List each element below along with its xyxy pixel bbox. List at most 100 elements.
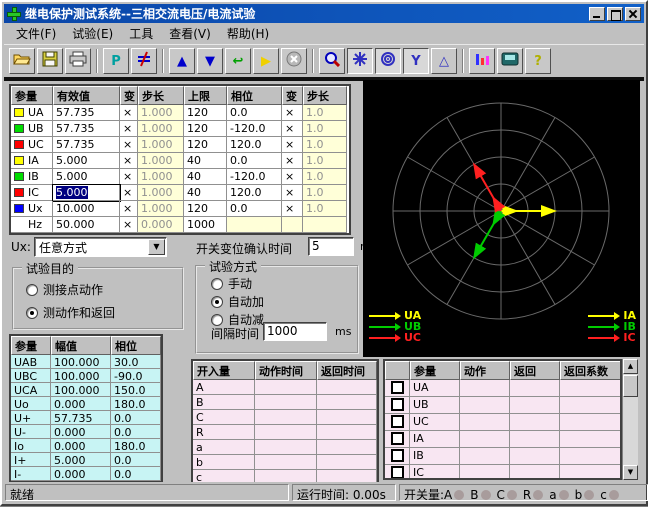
print-button[interactable] xyxy=(65,48,91,74)
limit-cell[interactable]: 120 xyxy=(184,137,227,153)
step-cell[interactable]: 1.0 xyxy=(303,169,347,185)
vary-cell[interactable]: × xyxy=(120,153,138,169)
limit-cell[interactable]: 120 xyxy=(184,201,227,217)
step-cell[interactable]: 1.0 xyxy=(303,121,347,137)
open-file-button[interactable] xyxy=(9,48,35,74)
phase-cell[interactable]: -120.0 xyxy=(227,121,282,137)
vary-cell[interactable]: × xyxy=(282,137,303,153)
step-cell[interactable]: 1.0 xyxy=(303,201,347,217)
step-cell[interactable]: 1.000 xyxy=(138,201,184,217)
value-cell[interactable]: 5.000 xyxy=(53,153,120,169)
chevron-down-icon[interactable]: ▼ xyxy=(148,239,165,255)
value-cell[interactable]: 57.735 xyxy=(53,137,120,153)
vary-cell[interactable]: × xyxy=(282,121,303,137)
radio-option[interactable]: 测接点动作 xyxy=(26,281,103,298)
limit-cell[interactable]: 1000 xyxy=(184,217,227,233)
radio-icon[interactable] xyxy=(211,313,223,326)
ux-mode-combobox[interactable]: 任意方式 ▼ xyxy=(34,237,167,257)
radio-option[interactable]: 自动加 xyxy=(211,293,264,310)
phase-cell[interactable]: 0.0 xyxy=(227,105,282,121)
step-cell[interactable]: 1.0 xyxy=(303,137,347,153)
menu-item-view[interactable]: 查看(V) xyxy=(161,23,219,44)
step-cell[interactable]: 0.000 xyxy=(138,217,184,233)
value-cell[interactable]: 57.735 xyxy=(53,105,120,121)
stop-button[interactable] xyxy=(281,48,307,74)
step-cell[interactable]: 1.0 xyxy=(303,105,347,121)
delta-button[interactable]: △ xyxy=(431,48,457,74)
menu-item-file[interactable]: 文件(F) xyxy=(8,23,64,44)
phase-cell[interactable] xyxy=(227,217,282,233)
checkbox-icon[interactable] xyxy=(390,381,404,394)
wye-button[interactable]: Y xyxy=(403,48,429,74)
minimize-icon[interactable] xyxy=(589,6,605,21)
phase-cell[interactable]: 0.0 xyxy=(227,201,282,217)
value-cell[interactable]: 10.000 xyxy=(53,201,120,217)
scrollbar-thumb[interactable] xyxy=(623,375,638,397)
radio-icon[interactable] xyxy=(211,295,223,308)
step-cell[interactable]: 1.000 xyxy=(138,121,184,137)
close-icon[interactable] xyxy=(625,6,641,21)
radio-option[interactable]: 测动作和返回 xyxy=(26,304,115,321)
value-cell[interactable]: 57.735 xyxy=(53,121,120,137)
phase-lines-button[interactable] xyxy=(131,48,157,74)
step-cell[interactable]: 1.000 xyxy=(138,137,184,153)
vary-cell[interactable] xyxy=(282,217,303,233)
vary-cell[interactable]: × xyxy=(120,121,138,137)
reset-button[interactable]: ↩ xyxy=(225,48,251,74)
checkbox-icon[interactable] xyxy=(390,432,404,445)
phase-cell[interactable]: 0.0 xyxy=(227,153,282,169)
step-cell[interactable]: 1.000 xyxy=(138,185,184,201)
vary-cell[interactable]: × xyxy=(282,201,303,217)
vector-burst-button[interactable] xyxy=(347,48,373,74)
radio-icon[interactable] xyxy=(211,277,223,290)
menu-item-test[interactable]: 试验(E) xyxy=(64,23,121,44)
vary-cell[interactable]: × xyxy=(282,169,303,185)
vector-target-button[interactable] xyxy=(375,48,401,74)
confirm-time-input[interactable]: 5 xyxy=(308,237,354,256)
p-marker-button[interactable]: P xyxy=(103,48,129,74)
step-cell[interactable]: 1.000 xyxy=(138,105,184,121)
value-cell[interactable]: 5.000 xyxy=(52,184,121,202)
scroll-up-icon[interactable]: ▲ xyxy=(623,359,638,374)
value-cell[interactable]: 5.000 xyxy=(53,169,120,185)
action-table-scrollbar[interactable]: ▲ ▼ xyxy=(622,359,638,480)
vary-cell[interactable]: × xyxy=(282,153,303,169)
phase-cell[interactable]: -120.0 xyxy=(227,169,282,185)
scroll-down-icon[interactable]: ▼ xyxy=(623,465,638,480)
menu-item-tools[interactable]: 工具 xyxy=(121,23,161,44)
value-cell[interactable]: 50.000 xyxy=(53,217,120,233)
checkbox-icon[interactable] xyxy=(390,449,404,462)
limit-cell[interactable]: 40 xyxy=(184,185,227,201)
step-down-button[interactable]: ▼ xyxy=(197,48,223,74)
checkbox-icon[interactable] xyxy=(390,415,404,428)
phase-cell[interactable]: 120.0 xyxy=(227,137,282,153)
start-button[interactable]: ▶ xyxy=(253,48,279,74)
radio-icon[interactable] xyxy=(26,306,38,319)
step-cell[interactable]: 1.000 xyxy=(138,153,184,169)
limit-cell[interactable]: 120 xyxy=(184,105,227,121)
zoom-button[interactable] xyxy=(319,48,345,74)
limit-cell[interactable]: 40 xyxy=(184,169,227,185)
step-cell[interactable]: 1.000 xyxy=(138,169,184,185)
save-file-button[interactable] xyxy=(37,48,63,74)
vary-cell[interactable]: × xyxy=(120,137,138,153)
checkbox-icon[interactable] xyxy=(390,398,404,411)
vary-cell[interactable]: × xyxy=(120,185,138,201)
bar-chart-button[interactable] xyxy=(469,48,495,74)
vary-cell[interactable]: × xyxy=(120,169,138,185)
checkbox-icon[interactable] xyxy=(390,466,404,478)
vary-cell[interactable]: × xyxy=(282,185,303,201)
step-up-button[interactable]: ▲ xyxy=(169,48,195,74)
limit-cell[interactable]: 120 xyxy=(184,121,227,137)
step-cell[interactable]: 1.0 xyxy=(303,153,347,169)
vary-cell[interactable]: × xyxy=(120,105,138,121)
interval-input[interactable]: 1000 xyxy=(263,322,327,341)
radio-icon[interactable] xyxy=(26,283,38,296)
instrument-button[interactable] xyxy=(497,48,523,74)
vary-cell[interactable]: × xyxy=(120,201,138,217)
vary-cell[interactable]: × xyxy=(282,105,303,121)
phase-cell[interactable]: 120.0 xyxy=(227,185,282,201)
vary-cell[interactable]: × xyxy=(120,217,138,233)
limit-cell[interactable]: 40 xyxy=(184,153,227,169)
menu-item-help[interactable]: 帮助(H) xyxy=(219,23,277,44)
